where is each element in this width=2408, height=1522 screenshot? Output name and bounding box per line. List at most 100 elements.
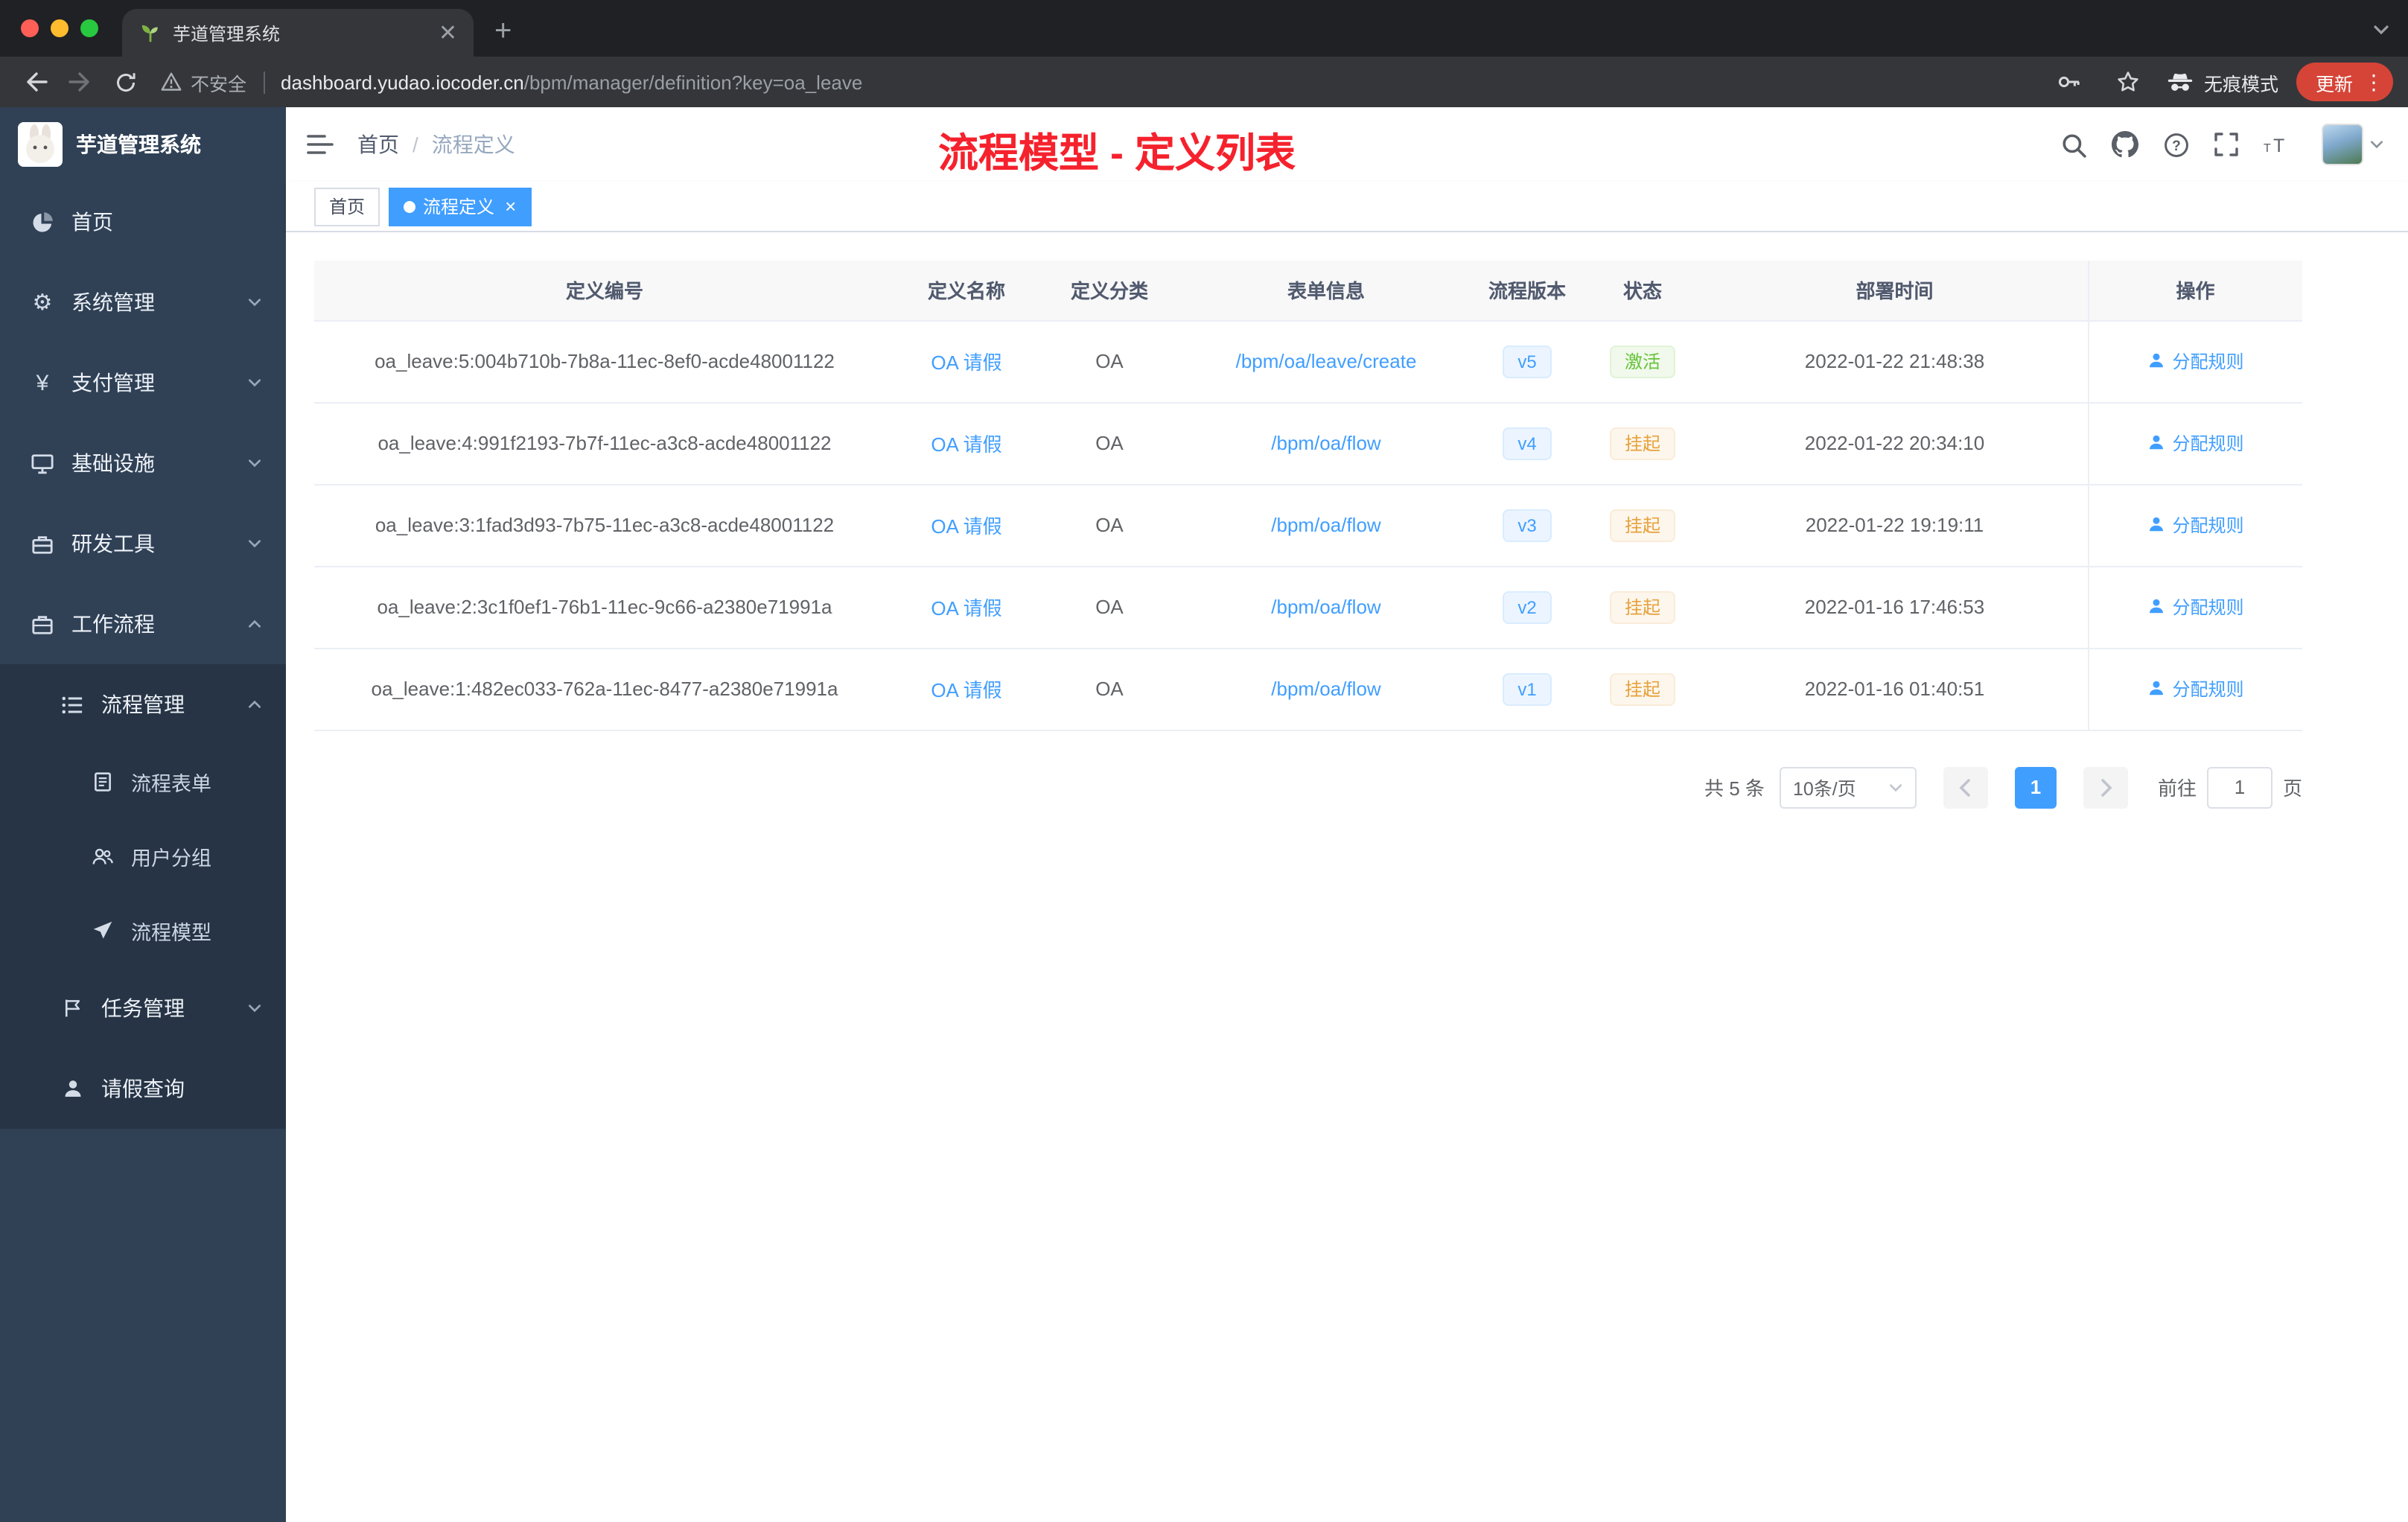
browser-tab[interactable]: 芋道管理系统 ✕ [122,9,474,57]
form-info-link[interactable]: /bpm/oa/flow [1271,678,1380,700]
version-tag: v3 [1503,509,1552,541]
sidebar-item-home[interactable]: 首页 [0,182,286,262]
form-info-link[interactable]: /bpm/oa/flow [1271,596,1380,618]
url-divider [263,71,265,93]
definition-name-link[interactable]: OA 请假 [931,351,1001,374]
reload-icon[interactable] [104,61,146,103]
tags-view: 首页 流程定义 × [286,182,2408,232]
update-button[interactable]: 更新 ⋮ [2296,63,2393,101]
form-info-link[interactable]: /bpm/oa/flow [1271,432,1380,454]
hamburger-icon[interactable] [307,133,334,156]
col-definition-category: 定义分类 [1038,261,1181,321]
list-icon [60,693,85,716]
assign-rule-link[interactable]: 分配规则 [2147,676,2244,701]
logo-image [18,122,63,167]
minimize-window-button[interactable] [51,19,69,37]
new-tab-button[interactable]: + [494,16,512,46]
person-icon [2149,354,2163,368]
tab-search-chevron-icon[interactable] [2372,19,2390,46]
sidebar-item-label: 工作流程 [71,612,155,636]
yen-icon: ¥ [36,370,49,395]
browser-tab-strip: 芋道管理系统 ✕ + [0,0,2408,57]
incognito-icon [2167,70,2194,94]
deploy-time: 2022-01-22 20:34:10 [1702,402,2088,485]
caret-down-icon [1889,783,1902,792]
sidebar-menu: 首页 ⚙ 系统管理 ¥ 支付管理 基础设施 研发工具 工作流程 流程管理 流程表… [0,182,286,1129]
goto-page-input[interactable] [2206,766,2272,808]
deploy-time: 2022-01-22 19:19:11 [1702,484,2088,567]
definition-name-link[interactable]: OA 请假 [931,679,1001,701]
chevron-up-icon [249,700,261,708]
fullscreen-icon[interactable] [2214,133,2238,156]
gear-icon: ⚙ [32,290,53,315]
definition-id: oa_leave:3:1fad3d93-7b75-11ec-a3c8-acde4… [314,484,895,567]
sidebar-item-label: 基础设施 [71,451,155,475]
form-info-link[interactable]: /bpm/oa/flow [1271,514,1380,536]
sidebar-item-label: 流程表单 [131,773,211,795]
back-icon[interactable] [15,61,57,103]
assign-rule-link[interactable]: 分配规则 [2147,430,2244,456]
url-field[interactable]: dashboard.yudao.iocoder.cn/bpm/manager/d… [281,71,2033,93]
svg-text:T: T [2264,141,2271,154]
chevron-down-icon [249,299,261,307]
definition-name-link[interactable]: OA 请假 [931,597,1001,620]
prev-page-button[interactable] [1943,766,1988,808]
github-icon[interactable] [2112,131,2138,158]
browser-menu-kebab-icon[interactable]: ⋮ [2363,71,2384,92]
tag-home[interactable]: 首页 [314,187,380,226]
search-icon[interactable] [2061,132,2086,157]
forward-icon[interactable] [60,61,101,103]
assign-rule-link[interactable]: 分配规则 [2147,512,2244,538]
user-menu[interactable] [2322,124,2384,165]
assign-rule-link[interactable]: 分配规则 [2147,594,2244,620]
zoom-window-button[interactable] [80,19,98,37]
chevron-down-icon [249,1004,261,1013]
bookmark-star-icon[interactable] [2107,61,2149,103]
version-tag: v4 [1503,427,1552,459]
definition-category: OA [1038,320,1181,403]
tag-label: 首页 [329,197,366,217]
deploy-time: 2022-01-16 17:46:53 [1702,566,2088,649]
page-number-button[interactable]: 1 [2014,766,2057,808]
definition-name-link[interactable]: OA 请假 [931,515,1001,538]
sidebar-item-label: 任务管理 [101,996,185,1020]
toolbox-icon [30,532,55,555]
breadcrumb-home[interactable]: 首页 [357,130,399,159]
definition-name-link[interactable]: OA 请假 [931,433,1001,456]
page-content: 定义编号 定义名称 定义分类 表单信息 流程版本 状态 部署时间 操作 oa_l… [286,232,2408,1522]
sidebar-item-system[interactable]: ⚙ 系统管理 [0,262,286,343]
sidebar-item-label: 流程管理 [101,692,185,716]
sidebar-item-dev-tools[interactable]: 研发工具 [0,503,286,584]
help-icon[interactable]: ? [2164,132,2189,157]
tab-close-icon[interactable]: ✕ [434,22,462,44]
font-size-icon[interactable]: TT [2264,133,2290,156]
page-size-select[interactable]: 10条/页 [1779,766,1917,808]
security-chip[interactable]: 不安全 [161,68,246,96]
sidebar-item-workflow[interactable]: 工作流程 [0,584,286,664]
monitor-icon [30,452,55,474]
sidebar-item-payment[interactable]: ¥ 支付管理 [0,343,286,423]
form-info-link[interactable]: /bpm/oa/leave/create [1236,350,1417,372]
table-body: oa_leave:5:004b710b-7b8a-11ec-8ef0-acde4… [314,320,2302,730]
tag-close-icon[interactable]: × [505,197,516,216]
flag-icon [60,998,85,1019]
table-header-row: 定义编号 定义名称 定义分类 表单信息 流程版本 状态 部署时间 操作 [314,261,2302,321]
status-tag: 挂起 [1609,427,1675,459]
password-key-icon[interactable] [2048,61,2089,103]
definition-id: oa_leave:4:991f2193-7b7f-11ec-a3c8-acde4… [314,402,895,485]
sidebar-item-task-management[interactable]: 任务管理 [0,968,286,1048]
tag-process-definition[interactable]: 流程定义 × [389,187,532,226]
sidebar-item-process-management[interactable]: 流程管理 [0,664,286,745]
sidebar-item-process-model[interactable]: 流程模型 [0,894,286,968]
app-title: 芋道管理系统 [76,133,201,156]
sidebar-item-user-group[interactable]: 用户分组 [0,819,286,894]
definition-id: oa_leave:2:3c1f0ef1-76b1-11ec-9c66-a2380… [314,566,895,649]
assign-rule-link[interactable]: 分配规则 [2147,348,2244,374]
sidebar-item-infrastructure[interactable]: 基础设施 [0,423,286,503]
person-icon [2149,681,2163,695]
next-page-button[interactable] [2083,766,2128,808]
close-window-button[interactable] [21,19,39,37]
sidebar-item-process-form[interactable]: 流程表单 [0,745,286,819]
person-icon [2149,599,2163,614]
sidebar-item-leave-query[interactable]: 请假查询 [0,1048,286,1129]
